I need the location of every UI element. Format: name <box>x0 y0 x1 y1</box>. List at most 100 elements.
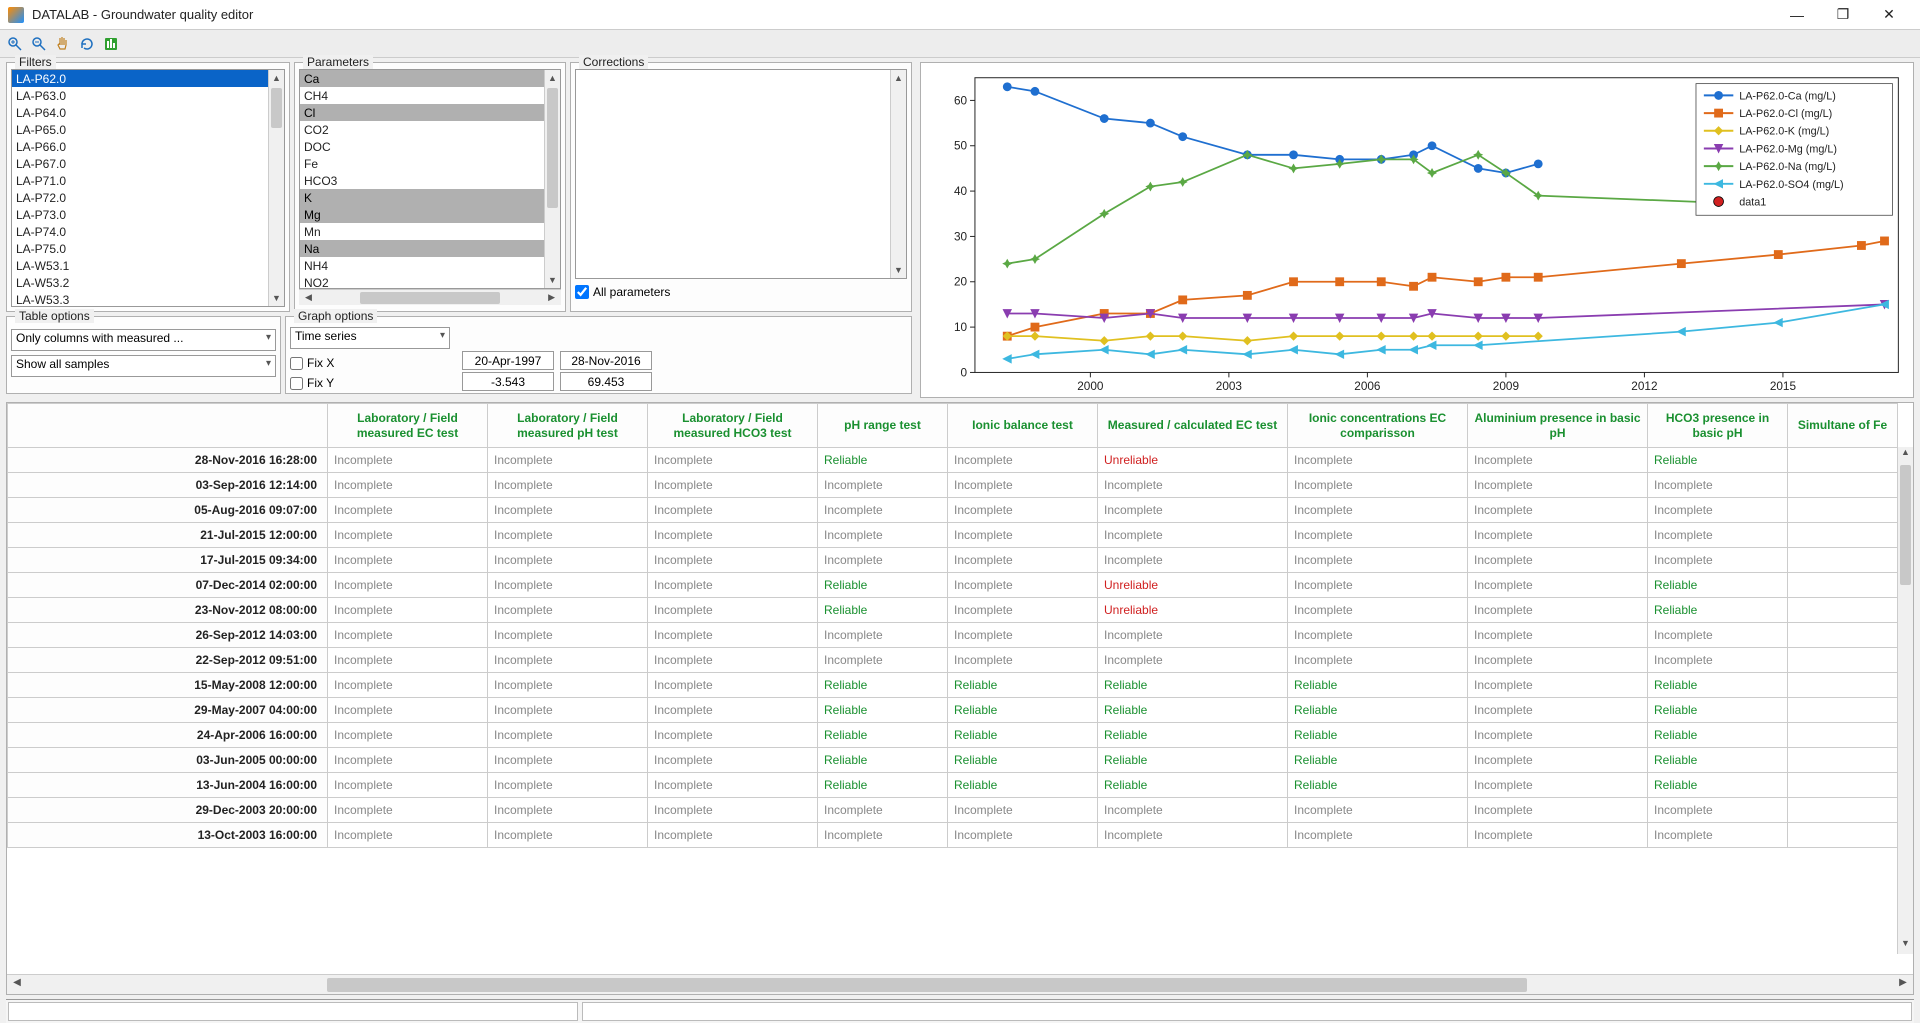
results-table[interactable]: Laboratory / Field measured EC testLabor… <box>7 403 1913 974</box>
column-header[interactable]: Simultane of Fe <box>1788 404 1898 448</box>
fix-y-checkbox[interactable] <box>290 377 303 390</box>
zoom-in-icon[interactable] <box>6 35 24 53</box>
column-header[interactable]: Measured / calculated EC test <box>1098 404 1288 448</box>
corrections-listbox[interactable]: ▲ ▼ <box>575 69 907 279</box>
zoom-out-icon[interactable] <box>30 35 48 53</box>
parameter-item[interactable]: Mn <box>300 223 544 240</box>
column-header[interactable]: Laboratory / Field measured HCO3 test <box>648 404 818 448</box>
filter-item[interactable]: LA-P63.0 <box>12 87 268 104</box>
x-min-input[interactable] <box>462 351 554 370</box>
y-max-input[interactable] <box>560 372 652 391</box>
filter-item[interactable]: LA-P66.0 <box>12 138 268 155</box>
scroll-left-icon[interactable]: ◀ <box>301 292 316 303</box>
pan-icon[interactable] <box>54 35 72 53</box>
column-header[interactable]: HCO3 presence in basic pH <box>1648 404 1788 448</box>
parameter-item[interactable]: NH4 <box>300 257 544 274</box>
table-row[interactable]: 23-Nov-2012 08:00:00IncompleteIncomplete… <box>8 598 1898 623</box>
samples-dropdown[interactable]: Show all samples <box>11 355 276 377</box>
y-min-input[interactable] <box>462 372 554 391</box>
parameter-item[interactable]: Na <box>300 240 544 257</box>
scrollbar-thumb[interactable] <box>547 88 558 208</box>
table-row[interactable]: 05-Aug-2016 09:07:00IncompleteIncomplete… <box>8 498 1898 523</box>
table-vscrollbar[interactable]: ▲ ▼ <box>1897 447 1913 954</box>
scroll-up-icon[interactable]: ▲ <box>269 70 284 86</box>
parameter-item[interactable]: Fe <box>300 155 544 172</box>
filter-item[interactable]: LA-P62.0 <box>12 70 268 87</box>
filter-item[interactable]: LA-P67.0 <box>12 155 268 172</box>
filter-item[interactable]: LA-W53.1 <box>12 257 268 274</box>
column-header[interactable]: pH range test <box>818 404 948 448</box>
parameters-listbox[interactable]: CaCH4ClCO2DOCFeHCO3KMgMnNaNH4NO2NO3 ▲ ▼ <box>299 69 561 289</box>
filter-item[interactable]: LA-P75.0 <box>12 240 268 257</box>
column-header[interactable] <box>8 404 328 448</box>
scroll-up-icon[interactable]: ▲ <box>891 70 906 86</box>
filter-item[interactable]: LA-P73.0 <box>12 206 268 223</box>
scroll-up-icon[interactable]: ▲ <box>545 70 560 86</box>
scrollbar-thumb[interactable] <box>327 978 1527 992</box>
table-row[interactable]: 17-Jul-2015 09:34:00IncompleteIncomplete… <box>8 548 1898 573</box>
table-row[interactable]: 21-Jul-2015 12:00:00IncompleteIncomplete… <box>8 523 1898 548</box>
column-header[interactable]: Ionic balance test <box>948 404 1098 448</box>
table-row[interactable]: 07-Dec-2014 02:00:00IncompleteIncomplete… <box>8 573 1898 598</box>
scrollbar-thumb[interactable] <box>271 88 282 128</box>
all-parameters-checkbox[interactable] <box>575 285 589 299</box>
column-header[interactable]: Ionic concentrations EC comparisson <box>1288 404 1468 448</box>
rotate-icon[interactable] <box>78 35 96 53</box>
table-row[interactable]: 13-Oct-2003 16:00:00IncompleteIncomplete… <box>8 823 1898 848</box>
table-row[interactable]: 03-Sep-2016 12:14:00IncompleteIncomplete… <box>8 473 1898 498</box>
close-button[interactable]: ✕ <box>1866 0 1912 30</box>
table-row[interactable]: 22-Sep-2012 09:51:00IncompleteIncomplete… <box>8 648 1898 673</box>
parameter-item[interactable]: K <box>300 189 544 206</box>
table-row[interactable]: 28-Nov-2016 16:28:00IncompleteIncomplete… <box>8 448 1898 473</box>
table-row[interactable]: 29-Dec-2003 20:00:00IncompleteIncomplete… <box>8 798 1898 823</box>
scroll-right-icon[interactable]: ▶ <box>544 292 559 303</box>
parameters-scrollbar[interactable]: ▲ ▼ <box>544 70 560 288</box>
parameter-item[interactable]: Cl <box>300 104 544 121</box>
filters-scrollbar[interactable]: ▲ ▼ <box>268 70 284 306</box>
x-max-input[interactable] <box>560 351 652 370</box>
column-header[interactable]: Laboratory / Field measured EC test <box>328 404 488 448</box>
table-hscrollbar[interactable]: ◀ ▶ <box>7 974 1913 994</box>
table-row[interactable]: 24-Apr-2006 16:00:00IncompleteIncomplete… <box>8 723 1898 748</box>
parameter-item[interactable]: HCO3 <box>300 172 544 189</box>
parameter-item[interactable]: Mg <box>300 206 544 223</box>
scroll-down-icon[interactable]: ▼ <box>545 272 560 288</box>
graph-type-dropdown[interactable]: Time series <box>290 327 450 349</box>
filter-item[interactable]: LA-P64.0 <box>12 104 268 121</box>
scroll-right-icon[interactable]: ▶ <box>1895 977 1911 988</box>
table-row[interactable]: 13-Jun-2004 16:00:00IncompleteIncomplete… <box>8 773 1898 798</box>
filter-item[interactable]: LA-P65.0 <box>12 121 268 138</box>
filter-item[interactable]: LA-W53.3 <box>12 291 268 306</box>
fix-x-checkbox[interactable] <box>290 357 303 370</box>
parameter-item[interactable]: CH4 <box>300 87 544 104</box>
column-header[interactable]: Aluminium presence in basic pH <box>1468 404 1648 448</box>
scroll-left-icon[interactable]: ◀ <box>9 977 25 988</box>
parameter-item[interactable]: NO2 <box>300 274 544 288</box>
corrections-scrollbar[interactable]: ▲ ▼ <box>890 70 906 278</box>
filters-listbox[interactable]: LA-P62.0LA-P63.0LA-P64.0LA-P65.0LA-P66.0… <box>11 69 285 307</box>
parameters-hscrollbar[interactable]: ◀ ▶ <box>299 289 561 305</box>
parameter-item[interactable]: Ca <box>300 70 544 87</box>
column-header[interactable]: Laboratory / Field measured pH test <box>488 404 648 448</box>
scroll-up-icon[interactable]: ▲ <box>1898 447 1913 463</box>
minimize-button[interactable]: — <box>1774 0 1820 30</box>
columns-dropdown[interactable]: Only columns with measured ... <box>11 329 276 351</box>
table-row[interactable]: 15-May-2008 12:00:00IncompleteIncomplete… <box>8 673 1898 698</box>
scrollbar-thumb[interactable] <box>360 292 500 304</box>
scroll-down-icon[interactable]: ▼ <box>891 262 906 278</box>
filter-item[interactable]: LA-P71.0 <box>12 172 268 189</box>
scroll-down-icon[interactable]: ▼ <box>269 290 284 306</box>
parameter-item[interactable]: CO2 <box>300 121 544 138</box>
parameter-item[interactable]: DOC <box>300 138 544 155</box>
filter-item[interactable]: LA-P72.0 <box>12 189 268 206</box>
scrollbar-thumb[interactable] <box>1900 465 1911 585</box>
table-row[interactable]: 29-May-2007 04:00:00IncompleteIncomplete… <box>8 698 1898 723</box>
table-row[interactable]: 26-Sep-2012 14:03:00IncompleteIncomplete… <box>8 623 1898 648</box>
chart-area[interactable]: 0102030405060200020032006200920122015LA-… <box>920 62 1914 398</box>
filter-item[interactable]: LA-P74.0 <box>12 223 268 240</box>
filter-item[interactable]: LA-W53.2 <box>12 274 268 291</box>
maximize-button[interactable]: ❐ <box>1820 0 1866 30</box>
data-cursor-icon[interactable] <box>102 35 120 53</box>
scroll-down-icon[interactable]: ▼ <box>1898 938 1913 954</box>
table-row[interactable]: 03-Jun-2005 00:00:00IncompleteIncomplete… <box>8 748 1898 773</box>
